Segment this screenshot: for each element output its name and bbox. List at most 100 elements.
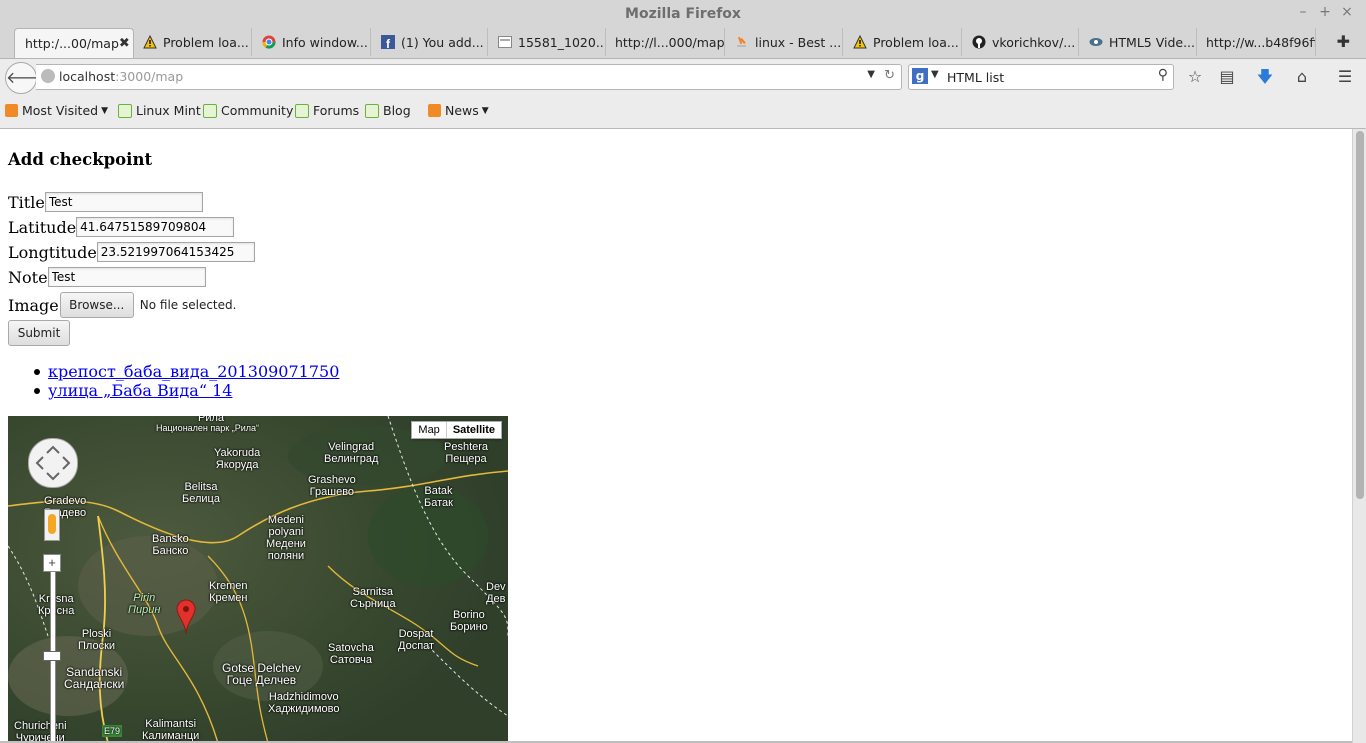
reload-icon[interactable]: ↻	[884, 68, 895, 83]
maximize-icon[interactable]: +	[1314, 4, 1336, 20]
map-type-satellite-button[interactable]: Satellite	[445, 422, 501, 438]
linux-mint-icon	[295, 103, 309, 118]
image-icon	[498, 35, 512, 49]
bookmark-label: Forums	[313, 103, 360, 118]
map-place-label: Borino Борино	[450, 609, 488, 633]
tab-active[interactable]: http:/...00/map ✖	[14, 28, 134, 58]
url-text: localhost:3000/map	[59, 69, 184, 84]
zoom-in-button[interactable]: +	[43, 554, 61, 572]
search-input[interactable]	[945, 67, 1149, 87]
street-view-pegman-icon[interactable]	[44, 509, 60, 541]
search-engine-icon[interactable]: g	[912, 68, 928, 84]
search-engine-dropdown-icon[interactable]: ▼	[931, 69, 939, 80]
tab[interactable]: vkorichkov/...	[962, 28, 1079, 56]
map-place-label: Hadzhidimovo Хаджидимово	[268, 691, 340, 715]
warning-icon	[853, 34, 867, 49]
zoom-slider[interactable]	[50, 554, 56, 743]
tab[interactable]: http://l...000/map	[606, 28, 725, 56]
image-label: Image	[8, 295, 59, 315]
bookmark-linux-mint[interactable]: Linux Mint	[118, 103, 201, 118]
pan-control[interactable]	[28, 438, 78, 488]
bookmark-label: Community	[221, 103, 294, 118]
scrollbar-thumb[interactable]	[1356, 131, 1364, 499]
tab[interactable]: 15581_1020...	[488, 28, 606, 56]
map-place-label: Satovcha Сатовча	[328, 642, 374, 666]
close-tab-icon[interactable]: ✖	[119, 36, 130, 51]
note-row: Note	[8, 267, 206, 287]
tab-label: Info window...	[282, 34, 368, 50]
tab[interactable]: linux - Best ...	[725, 28, 843, 56]
map-place-label: Kalimantsi Калиманци	[142, 718, 200, 742]
bookmark-community[interactable]: Community	[203, 103, 293, 118]
tab[interactable]: f (1) You add...	[371, 28, 488, 56]
map-place-label: Dev Дев	[486, 581, 506, 605]
map-place-label: Sarnitsa Сърница	[350, 586, 396, 610]
vertical-scrollbar[interactable]	[1352, 129, 1366, 743]
file-status: No file selected.	[139, 298, 237, 312]
tab-label: http://l...000/map	[615, 34, 725, 50]
title-label: Title	[8, 192, 45, 212]
submit-button[interactable]: Submit	[8, 320, 70, 346]
bookmarks-toolbar: Most Visited ▼ Linux Mint Community Foru…	[0, 97, 1366, 129]
search-bar[interactable]: g ▼ ⚲	[908, 64, 1174, 90]
github-icon	[972, 35, 986, 49]
search-icon[interactable]: ⚲	[1158, 67, 1168, 83]
bookmark-label: Linux Mint	[136, 103, 201, 118]
note-input[interactable]	[47, 267, 206, 287]
back-button[interactable]: 🡐	[5, 62, 49, 94]
downloads-icon[interactable]: 🡇	[1255, 67, 1275, 87]
menu-icon[interactable]: ☰	[1335, 67, 1355, 87]
close-icon[interactable]: ×	[1336, 4, 1358, 20]
minimize-icon[interactable]: –	[1292, 4, 1314, 20]
home-icon[interactable]: ⌂	[1292, 67, 1312, 87]
map-place-label: Ploski Плоски	[78, 628, 116, 652]
checkpoint-link[interactable]: улица „Баба Вида“ 14	[48, 381, 232, 400]
checkpoint-link[interactable]: крепост_баба_вида_201309071750	[48, 362, 339, 381]
url-history-dropdown-icon[interactable]: ▼	[867, 69, 875, 80]
new-tab-icon[interactable]: ✚	[1337, 32, 1350, 51]
bookmark-blog[interactable]: Blog	[365, 103, 411, 118]
list-item: улица „Баба Вида“ 14	[33, 381, 339, 400]
stackoverflow-icon	[735, 35, 749, 49]
note-label: Note	[8, 267, 48, 287]
map[interactable]: Рила Национален парк „Рила“ Yakoruda Якор…	[8, 416, 508, 743]
chevron-down-icon: ▼	[481, 105, 489, 116]
tab[interactable]: Problem loa...	[843, 28, 962, 56]
tab[interactable]: http://w...b48f96ff	[1197, 28, 1316, 56]
map-place-label: Batak Батак	[424, 485, 453, 509]
map-type-map-button[interactable]: Map	[412, 422, 445, 438]
longitude-row: Longtitude	[8, 242, 255, 262]
checkpoint-list: крепост_баба_вида_201309071750 улица „Ба…	[33, 362, 339, 400]
tab[interactable]: HTML5 Vide...	[1079, 28, 1197, 56]
tab-label: linux - Best ...	[755, 34, 842, 50]
globe-icon	[41, 69, 55, 83]
longitude-input[interactable]	[96, 242, 255, 262]
bookmark-forums[interactable]: Forums	[295, 103, 359, 118]
page-content: Add checkpoint Title Latitude Longtitude…	[0, 129, 1352, 743]
submit-row: Submit	[8, 320, 70, 346]
zoom-slider-handle[interactable]	[43, 651, 61, 661]
tab-label: HTML5 Vide...	[1109, 34, 1196, 50]
tab[interactable]: Problem loa...	[133, 28, 252, 56]
bookmark-most-visited[interactable]: Most Visited ▼	[5, 103, 108, 118]
tab-bar: http:/...00/map ✖ Problem loa... Info wi…	[0, 28, 1366, 59]
window-titlebar: Mozilla Firefox – + ×	[0, 0, 1366, 28]
bookmark-star-icon[interactable]: ☆	[1185, 67, 1205, 87]
latitude-input[interactable]	[76, 217, 235, 237]
bookmark-news[interactable]: News ▼	[428, 103, 489, 118]
tab-label: Problem loa...	[163, 34, 249, 50]
title-input[interactable]	[44, 192, 203, 212]
url-bar[interactable]: localhost:3000/map ▼ ↻	[36, 64, 902, 90]
tab-label: 15581_1020...	[518, 34, 606, 50]
window-controls: – + ×	[1292, 4, 1358, 20]
map-type-control: Map Satellite	[411, 421, 502, 439]
list-item: крепост_баба_вида_201309071750	[33, 362, 339, 381]
tab[interactable]: Info window...	[252, 28, 371, 56]
latitude-label: Latitude	[8, 217, 77, 237]
linux-mint-icon	[203, 103, 217, 118]
bookmarks-menu-icon[interactable]: ▤	[1217, 67, 1237, 87]
browse-button[interactable]: Browse...	[59, 292, 134, 318]
map-marker-icon[interactable]	[176, 599, 196, 639]
map-place-label: Gotse Delchev Гоце Делчев	[222, 661, 301, 687]
pan-arrows-icon	[35, 445, 71, 481]
